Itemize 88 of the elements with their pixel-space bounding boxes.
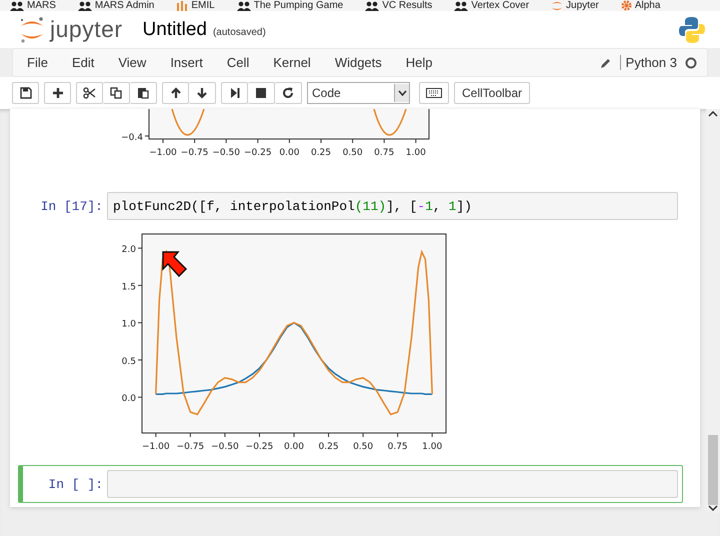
x-tick-label: 0.00 xyxy=(284,442,304,452)
x-tick-label: 0.50 xyxy=(342,148,363,158)
code-cell[interactable]: In [17]: plotFunc2D([f, interpolationPol(11)], [-1, 1]) xyxy=(18,187,683,225)
jupyter-logo-text[interactable]: jupyter xyxy=(50,16,123,43)
y-tick-label: 1.5 xyxy=(122,282,136,292)
x-tick-label: −1.00 xyxy=(149,148,177,158)
bookmark-link[interactable]: Jupyter xyxy=(551,0,599,11)
paste-button[interactable] xyxy=(130,82,157,104)
plus-icon xyxy=(52,86,64,98)
x-tick-label: −0.75 xyxy=(176,442,204,452)
x-tick-label: 0.00 xyxy=(279,148,300,158)
autosave-status: (autosaved) xyxy=(212,27,266,38)
menu-item[interactable]: Insert xyxy=(162,55,211,70)
copy-icon xyxy=(110,86,122,98)
y-tick-label: 1.0 xyxy=(122,320,136,330)
keyboard-icon xyxy=(426,88,442,98)
people-icon xyxy=(365,0,380,10)
x-tick-label: 1.00 xyxy=(422,442,442,452)
stop-button[interactable] xyxy=(248,82,275,104)
x-tick-label: 0.25 xyxy=(310,148,332,158)
y-tick-label: −0.4 xyxy=(121,133,143,143)
bookmark-link[interactable]: VC Results xyxy=(365,0,432,11)
x-tick-label: −1.00 xyxy=(142,442,170,452)
bookmark-link[interactable]: MARS xyxy=(10,0,56,11)
menu-item[interactable]: Help xyxy=(398,55,441,70)
bars-icon xyxy=(176,0,188,10)
insert-cell-button[interactable] xyxy=(44,82,71,104)
bookmark-link[interactable]: Alpha xyxy=(620,0,660,11)
code-editor[interactable]: plotFunc2D([f, interpolationPol(11)], [-1, 1]) xyxy=(107,192,678,220)
cell-type-dropdown[interactable]: Code xyxy=(307,82,410,104)
bookmark-link[interactable]: The Pumping Game xyxy=(236,0,344,11)
jupyter-logo-icon xyxy=(551,0,564,10)
jupyter-logo-icon[interactable] xyxy=(18,14,46,44)
x-tick-label: −0.75 xyxy=(180,148,208,158)
save-button[interactable] xyxy=(12,82,39,104)
bookmark-link[interactable]: MARS Admin xyxy=(78,0,154,11)
restart-button[interactable] xyxy=(275,82,302,104)
code-line: plotFunc2D([f, interpolationPol(11)], [-1, 1]) xyxy=(113,198,472,214)
chevron-down-icon xyxy=(398,90,406,96)
people-icon xyxy=(78,0,92,10)
move-up-button[interactable] xyxy=(162,82,189,104)
x-tick-label: −0.50 xyxy=(211,442,239,452)
gear-icon xyxy=(620,0,632,11)
scrollbar-thumb[interactable] xyxy=(708,435,718,505)
menu-item[interactable]: File xyxy=(23,55,56,70)
x-tick-label: 0.25 xyxy=(318,442,339,452)
move-down-button[interactable] xyxy=(189,82,216,104)
stop-icon xyxy=(255,86,267,98)
input-prompt: In [17]: xyxy=(40,198,104,214)
x-tick-label: 0.50 xyxy=(353,442,374,452)
people-icon xyxy=(236,0,251,10)
restart-icon xyxy=(282,86,294,98)
bookmark-link[interactable]: EMIL xyxy=(176,0,215,11)
people-icon xyxy=(10,0,24,10)
y-tick-label: 0.5 xyxy=(122,356,136,367)
x-tick-label: −0.25 xyxy=(244,148,272,158)
menu-item[interactable]: Kernel xyxy=(265,55,319,70)
cut-button[interactable] xyxy=(76,82,103,104)
bookmark-link[interactable]: Vertex Cover xyxy=(454,0,530,11)
run-button[interactable] xyxy=(221,82,248,104)
x-tick-label: −0.25 xyxy=(246,442,274,452)
pencil-icon[interactable] xyxy=(600,56,612,68)
scissors-icon xyxy=(83,86,96,98)
arrow-down-icon xyxy=(196,86,208,98)
clipboard-icon xyxy=(137,86,149,98)
kernel-name[interactable]: Python 3 xyxy=(620,55,677,70)
arrow-up-icon xyxy=(170,86,182,98)
chevron-down-icon[interactable] xyxy=(708,505,718,511)
python-logo-icon xyxy=(678,16,706,44)
menu-item[interactable]: Widgets xyxy=(326,55,390,70)
x-tick-label: 0.75 xyxy=(388,442,408,452)
cell-toolbar-button[interactable]: CellToolbar xyxy=(454,82,530,104)
y-tick-label: 2.0 xyxy=(122,245,136,256)
copy-button[interactable] xyxy=(103,82,130,104)
keyboard-button[interactable] xyxy=(419,82,449,104)
menu-item[interactable]: View xyxy=(110,55,154,70)
x-tick-label: 0.75 xyxy=(374,148,394,158)
x-tick-label: −0.50 xyxy=(212,148,240,158)
chevron-up-icon[interactable] xyxy=(708,111,718,117)
menu-item[interactable]: Edit xyxy=(64,55,102,70)
input-prompt: In [ ]: xyxy=(47,476,104,492)
menu-item[interactable]: Cell xyxy=(218,55,258,70)
notebook-title[interactable]: Untitled xyxy=(142,18,207,40)
x-tick-label: 1.00 xyxy=(406,148,426,158)
y-tick-label: 0.0 xyxy=(122,394,136,404)
step-forward-icon xyxy=(228,86,240,98)
code-cell[interactable]: In [ ]: xyxy=(18,465,683,503)
people-icon xyxy=(454,0,468,10)
